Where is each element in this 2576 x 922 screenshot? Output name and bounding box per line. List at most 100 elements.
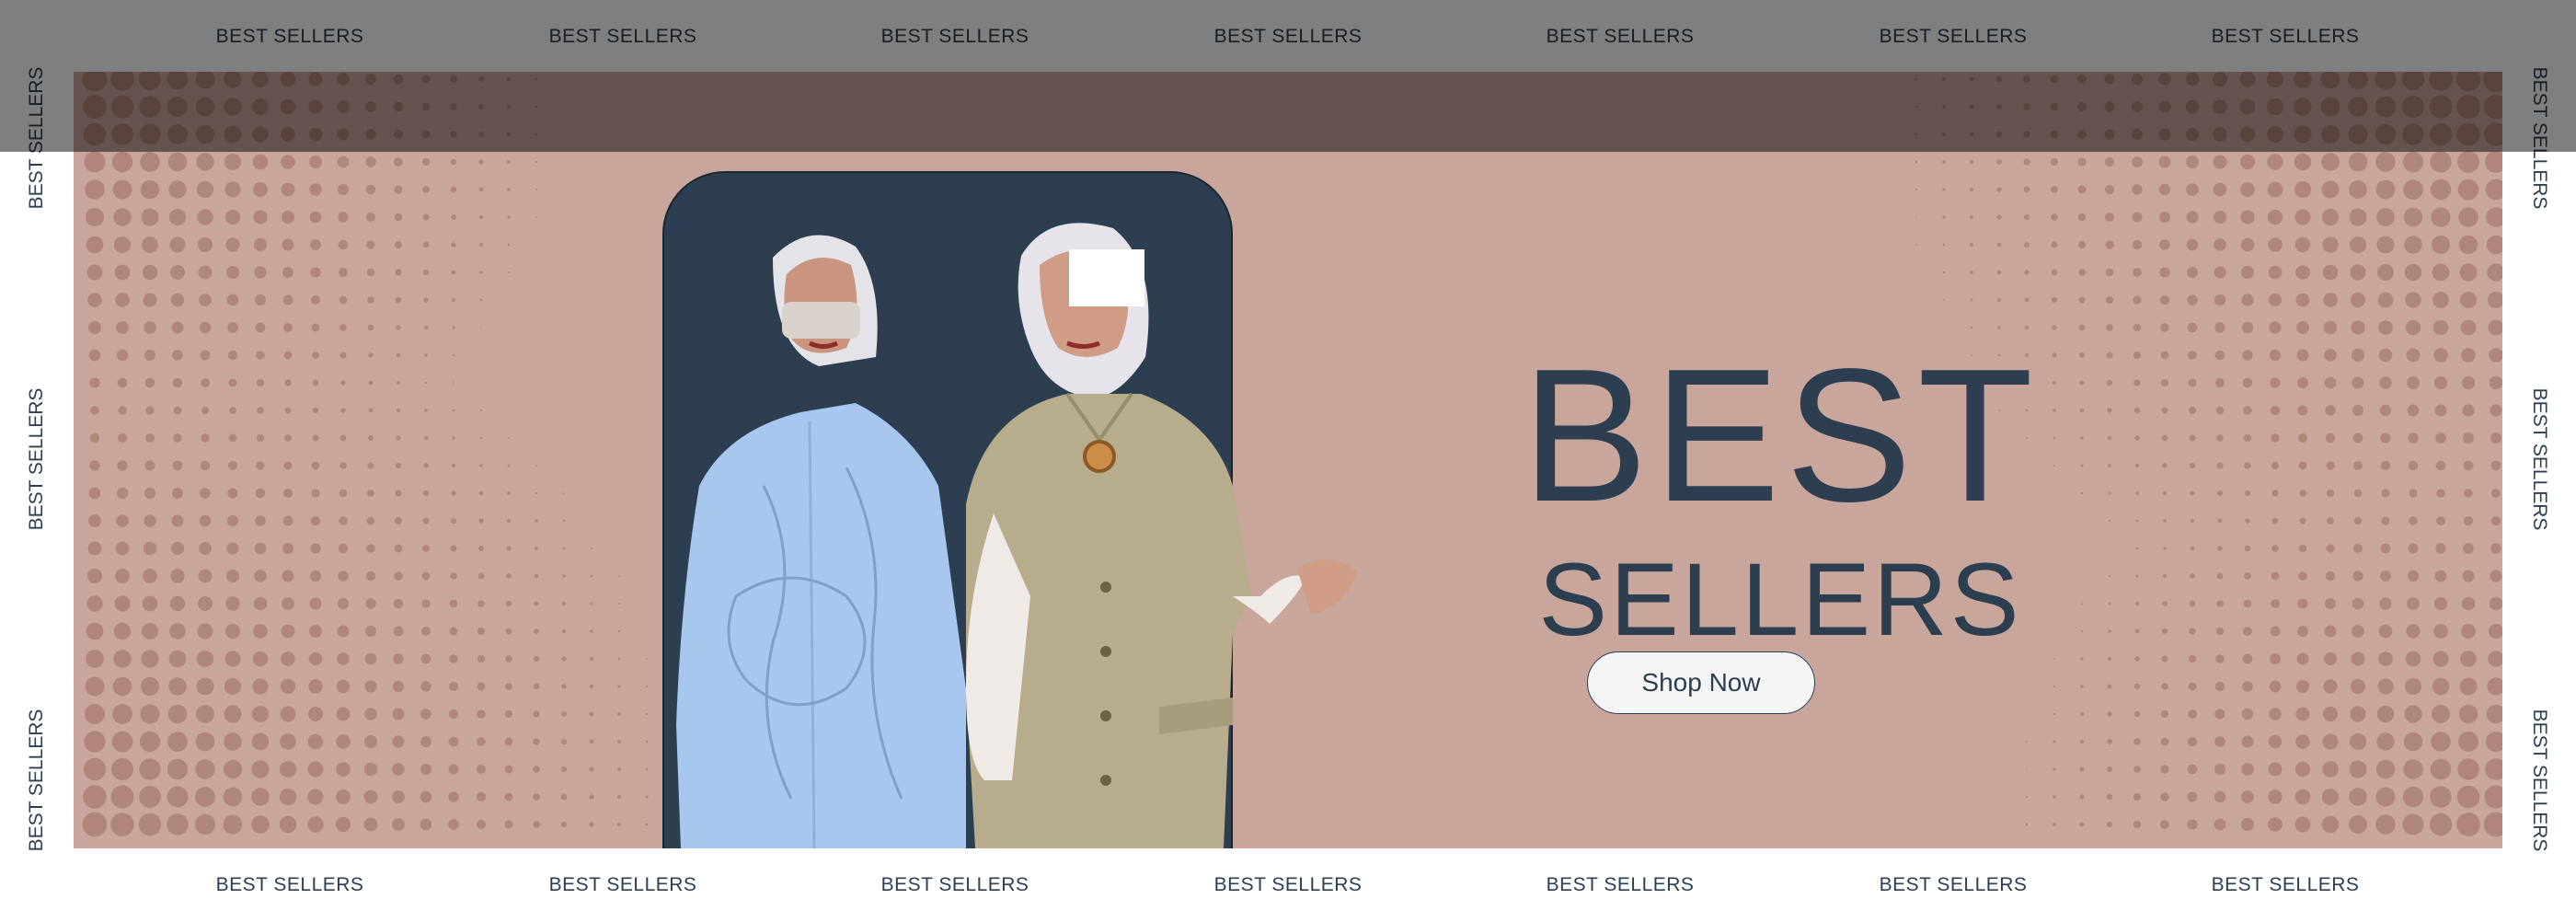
decor-dot bbox=[2107, 684, 2112, 689]
decor-dot bbox=[533, 683, 540, 690]
decor-dot bbox=[82, 72, 108, 92]
decor-dot bbox=[616, 794, 622, 800]
decor-dot bbox=[253, 596, 268, 611]
decor-dot bbox=[561, 656, 567, 662]
decor-dot bbox=[2435, 432, 2446, 444]
decor-dot bbox=[140, 152, 160, 172]
decor-dot bbox=[2132, 129, 2143, 140]
decor-dot bbox=[2298, 571, 2307, 581]
decor-dot bbox=[397, 381, 400, 385]
decor-dot bbox=[423, 297, 429, 303]
decor-dot bbox=[366, 544, 375, 553]
decor-dot bbox=[196, 705, 214, 723]
decor-dot bbox=[2348, 72, 2368, 89]
decor-dot bbox=[2456, 95, 2480, 119]
decor-dot bbox=[88, 514, 101, 527]
decor-dot bbox=[423, 435, 429, 441]
decor-dot bbox=[2488, 623, 2502, 640]
decor-dot bbox=[308, 72, 323, 86]
decor-dot bbox=[2214, 736, 2225, 747]
decor-dot bbox=[423, 270, 429, 275]
decor-dot bbox=[336, 789, 351, 804]
decor-dot bbox=[365, 184, 376, 195]
decor-dot bbox=[223, 814, 243, 835]
decor-dot bbox=[479, 243, 483, 247]
decor-dot bbox=[2079, 794, 2085, 800]
decor-dot bbox=[283, 351, 293, 360]
decor-dot bbox=[173, 406, 182, 415]
decor-dot bbox=[478, 187, 484, 192]
decor-dot bbox=[451, 242, 456, 248]
decor-dot bbox=[252, 126, 269, 143]
decor-dot bbox=[2406, 348, 2421, 363]
decor-dot bbox=[2409, 489, 2418, 498]
decor-dot bbox=[196, 125, 214, 144]
decor-dot bbox=[2132, 212, 2143, 223]
decor-dot bbox=[338, 239, 349, 250]
decor-dot bbox=[2325, 598, 2336, 609]
decor-dot bbox=[368, 408, 374, 413]
decor-dot bbox=[449, 682, 458, 691]
decor-dot bbox=[617, 685, 621, 688]
decor-dot bbox=[2270, 626, 2281, 637]
decor-dot bbox=[2269, 294, 2282, 306]
decor-dot bbox=[2432, 263, 2450, 282]
decor-dot bbox=[393, 653, 404, 664]
decor-dot bbox=[307, 789, 324, 805]
decor-dot bbox=[534, 601, 539, 606]
decor-dot bbox=[2160, 765, 2169, 774]
decor-dot bbox=[2239, 98, 2256, 115]
decor-dot bbox=[2489, 596, 2502, 611]
decor-dot bbox=[591, 547, 592, 549]
decor-dot bbox=[2401, 72, 2425, 91]
decor-dot bbox=[1970, 326, 1973, 329]
decor-dot bbox=[2375, 787, 2396, 807]
decor-dot bbox=[368, 435, 374, 441]
decor-dot bbox=[535, 77, 538, 81]
decor-dot bbox=[366, 516, 375, 525]
decor-dot bbox=[280, 98, 296, 115]
decor-dot bbox=[2375, 179, 2396, 200]
decor-dot bbox=[2053, 767, 2056, 771]
decor-dot bbox=[2077, 75, 2087, 84]
decor-dot bbox=[2381, 489, 2390, 498]
decor-dot bbox=[2489, 375, 2502, 390]
decor-dot bbox=[2296, 680, 2309, 693]
decor-dot bbox=[506, 132, 512, 137]
decor-dot bbox=[226, 266, 239, 279]
decor-dot bbox=[139, 96, 161, 118]
decor-dot bbox=[2294, 153, 2312, 171]
decor-dot bbox=[83, 95, 107, 119]
decor-dot bbox=[420, 790, 432, 803]
decor-dot bbox=[617, 629, 621, 633]
decor-dot bbox=[201, 378, 210, 387]
decor-dot bbox=[450, 103, 457, 110]
decor-dot bbox=[170, 293, 185, 307]
decor-dot bbox=[255, 515, 266, 526]
marquee-text: BEST SELLERS bbox=[1546, 874, 1695, 895]
decor-dot bbox=[2077, 102, 2087, 111]
decor-dot bbox=[145, 406, 155, 415]
decor-dot bbox=[2323, 293, 2338, 307]
decor-dot bbox=[2488, 651, 2502, 667]
decor-dot bbox=[2295, 707, 2310, 721]
decor-dot bbox=[616, 822, 622, 827]
shop-now-button[interactable]: Shop Now bbox=[1587, 651, 1815, 714]
decor-dot bbox=[252, 154, 269, 170]
decor-dot bbox=[224, 181, 241, 198]
decor-dot bbox=[142, 264, 158, 281]
decor-dot bbox=[311, 323, 320, 332]
decor-dot bbox=[2353, 516, 2363, 525]
decor-dot bbox=[2348, 152, 2368, 172]
decor-dot bbox=[2216, 462, 2224, 469]
decor-dot bbox=[422, 517, 430, 524]
marquee-text: BEST SELLERS bbox=[548, 874, 697, 895]
decor-dot bbox=[198, 596, 213, 611]
decor-dot bbox=[363, 762, 378, 777]
decor-dot bbox=[1942, 243, 1946, 247]
decor-dot bbox=[2240, 237, 2255, 252]
decor-dot bbox=[2053, 795, 2056, 799]
decor-dot bbox=[478, 104, 484, 109]
decor-dot bbox=[478, 214, 484, 220]
decor-dot bbox=[110, 72, 134, 91]
